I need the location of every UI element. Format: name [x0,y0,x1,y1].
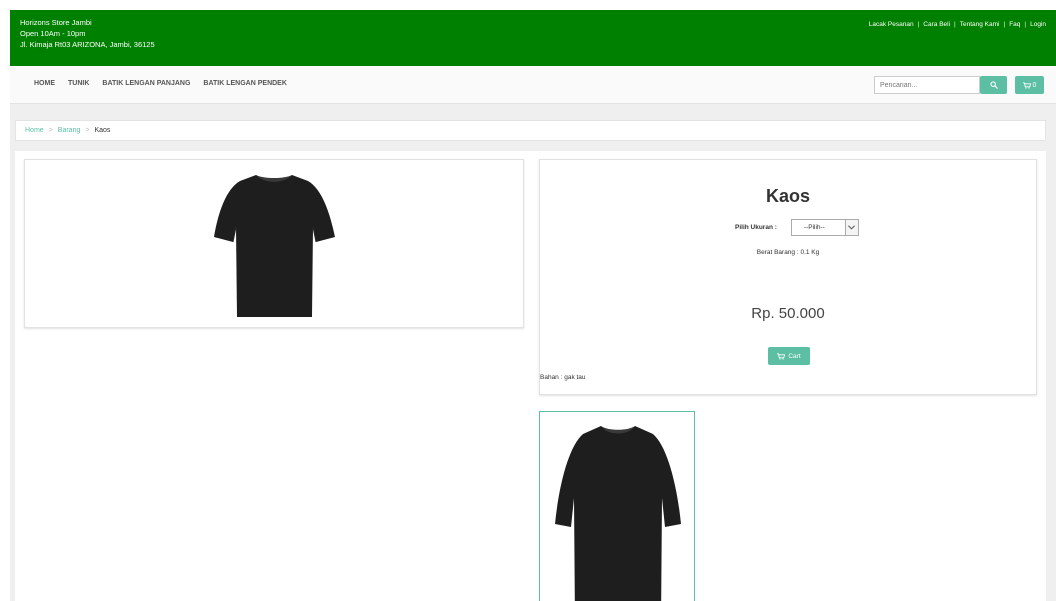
top-link-cara-beli[interactable]: Cara Beli [923,21,950,28]
nav-item-batik-lengan-pendek[interactable]: BATIK LENGAN PENDEK [203,80,286,87]
breadcrumb-home[interactable]: Home [25,127,44,134]
search-input[interactable] [874,76,980,94]
size-label: Pilih Ukuran : [735,224,777,231]
top-link-separator: | [954,21,956,28]
black-tshirt-image[interactable] [212,169,336,317]
cart-count: 0 [1032,81,1037,89]
top-link-lacak-pesanan[interactable]: Lacak Pesanan [869,21,914,28]
product-detail-card: Kaos Pilih Ukuran : --Pilih-- Berat Bara… [539,159,1037,395]
breadcrumb-current: Kaos [94,127,111,134]
product-price: Rp. 50.000 [751,305,825,322]
add-to-cart-button[interactable]: Cart [768,347,810,365]
nav-item-home[interactable]: HOME [34,80,55,87]
store-hours: Open 10Am - 10pm [20,29,86,38]
page: Horizons Store Jambi Open 10Am - 10pm Jl… [10,10,1056,601]
add-to-cart-label: Cart [788,352,801,360]
top-link-login[interactable]: Login [1030,21,1046,28]
product-title: Kaos [765,186,810,206]
breadcrumb-barang[interactable]: Barang [58,127,81,134]
breadcrumb-separator: > [48,127,53,134]
top-bar: Horizons Store Jambi Open 10Am - 10pm Jl… [10,10,1056,66]
top-link-faq[interactable]: Faq [1009,21,1020,28]
shopping-cart-icon [1022,81,1031,89]
nav-menu: HOME TUNIK BATIK LENGAN PANJANG BATIK LE… [34,80,287,87]
product-thumbnail[interactable] [539,411,695,601]
black-tshirt-thumbnail [555,426,681,601]
store-address: Jl. Kimaja Rt03 ARIZONA, Jambi, 36125 [20,40,155,49]
header-cart-button[interactable]: 0 [1015,76,1044,94]
top-link-separator: | [917,21,920,28]
top-links: Lacak Pesanan | Cara Beli | Tentang Kami… [869,21,1046,28]
navbar: HOME TUNIK BATIK LENGAN PANJANG BATIK LE… [10,66,1056,104]
search-icon [989,81,998,89]
nav-item-tunik[interactable]: TUNIK [68,80,89,87]
top-link-tentang-kami[interactable]: Tentang Kami [960,21,1000,28]
top-link-separator: | [1024,21,1027,28]
chevron-down-icon [844,220,858,235]
search-button[interactable] [980,76,1007,94]
size-select-value: --Pilih-- [803,224,825,231]
size-selector-row: Pilih Ukuran : --Pilih-- [735,219,859,236]
product-image-card [24,159,524,328]
top-link-separator: | [1003,21,1006,28]
product-content: Kaos Pilih Ukuran : --Pilih-- Berat Bara… [15,151,1046,601]
product-material: Bahan : gak tau [540,374,586,381]
size-select[interactable]: --Pilih-- [790,219,859,236]
breadcrumb-separator: > [85,127,90,134]
store-name: Horizons Store Jambi [20,18,92,27]
nav-item-batik-lengan-panjang[interactable]: BATIK LENGAN PANJANG [102,80,190,87]
shopping-cart-icon [777,352,786,360]
product-weight: Berat Barang : 0.1 Kg [756,249,820,256]
breadcrumb: Home > Barang > Kaos [15,120,1046,141]
store-info: Horizons Store Jambi Open 10Am - 10pm Jl… [20,17,155,50]
